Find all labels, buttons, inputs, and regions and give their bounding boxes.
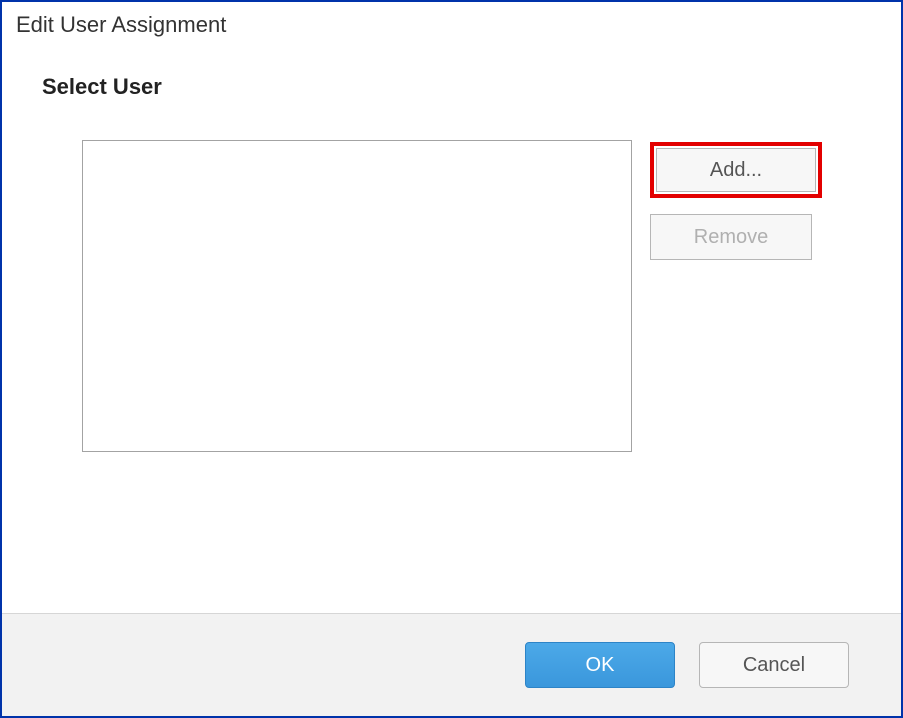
add-button-highlight: Add... [650,142,822,198]
dialog-footer: OK Cancel [2,613,901,716]
dialog-title: Edit User Assignment [2,2,901,46]
cancel-button[interactable]: Cancel [699,642,849,688]
add-button[interactable]: Add... [656,148,816,192]
user-listbox[interactable] [82,140,632,452]
dialog-body: Select User Add... Remove [2,46,901,613]
section-heading: Select User [42,74,861,100]
edit-user-assignment-dialog: Edit User Assignment Select User Add... … [0,0,903,718]
ok-button[interactable]: OK [525,642,675,688]
side-button-group: Add... Remove [650,140,822,452]
remove-button[interactable]: Remove [650,214,812,260]
content-row: Add... Remove [42,140,861,452]
